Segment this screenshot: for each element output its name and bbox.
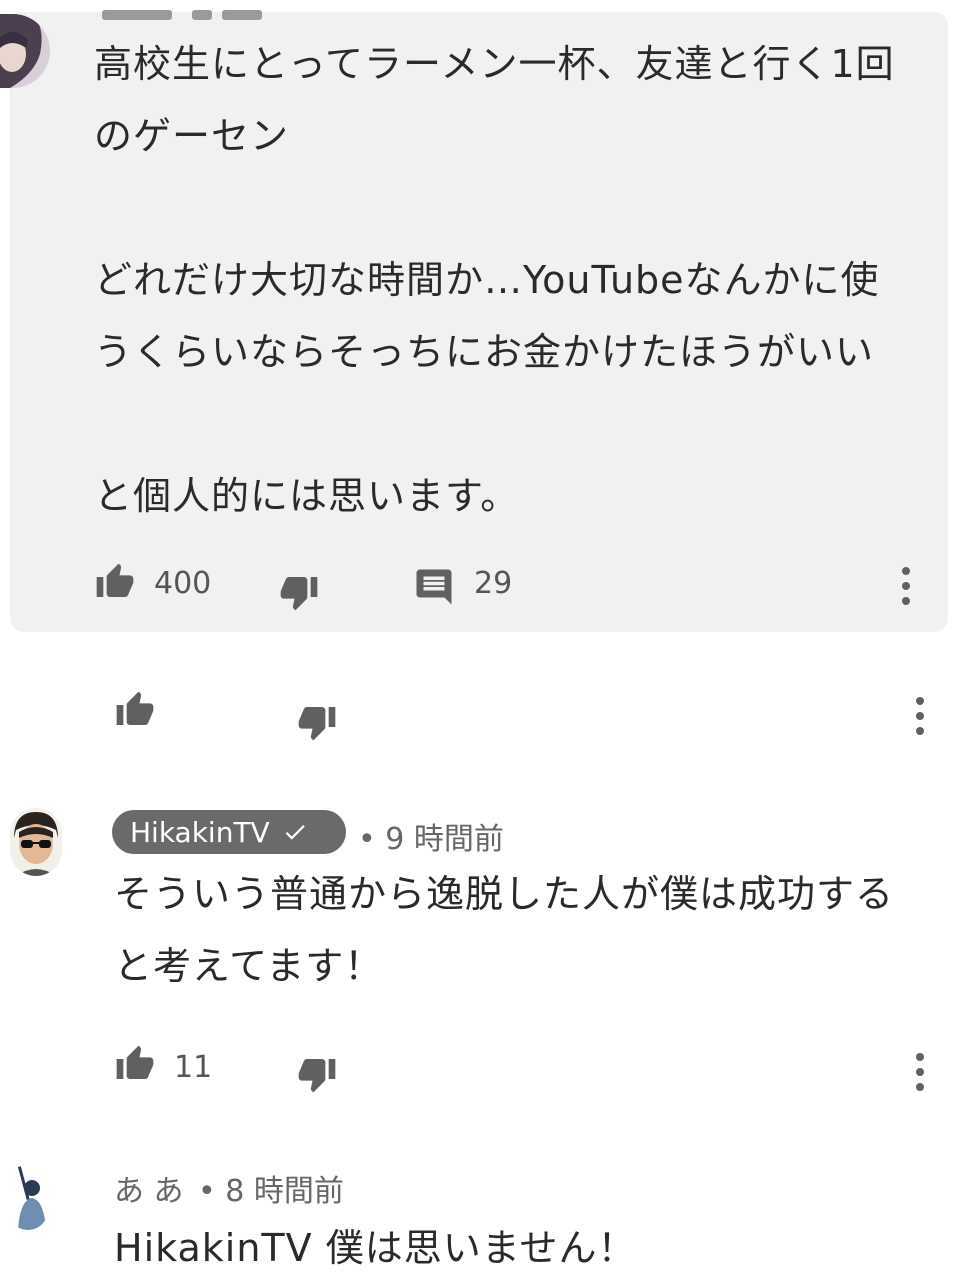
thumb-down-icon[interactable] (294, 702, 340, 746)
comment-text: そういう普通から逸脱した人が僕は成功する と考えてます！ (114, 872, 895, 988)
thumb-down-icon[interactable] (276, 572, 322, 616)
like-count: 11 (174, 1050, 213, 1085)
thumb-up-icon[interactable] (92, 562, 138, 606)
comment-timestamp: • 8 時間前 (198, 1174, 344, 1209)
comment-text: 高校生にとってラーメン一杯、友達と行く1回 のゲーセン どれだけ大切な時間か…Y… (94, 42, 895, 518)
verified-check-icon (285, 825, 305, 840)
thumb-up-icon[interactable] (112, 1044, 158, 1088)
comment-timestamp: • 9 時間前 (358, 822, 504, 857)
more-vert-icon[interactable] (910, 1050, 930, 1098)
like-count: 400 (154, 566, 212, 601)
comment-text: HikakinTV 僕は思いません！ (114, 1226, 637, 1270)
comment-icon[interactable] (412, 566, 456, 612)
thumb-up-icon[interactable] (112, 690, 158, 734)
author-badge[interactable]: HikakinTV (112, 810, 346, 854)
author-name: HikakinTV (130, 815, 270, 849)
more-vert-icon[interactable] (910, 694, 930, 742)
cut-off-author-line (102, 6, 332, 26)
author-name[interactable]: あ あ (114, 1166, 184, 1210)
avatar[interactable] (10, 808, 62, 876)
thumb-down-icon[interactable] (294, 1054, 340, 1098)
avatar[interactable] (8, 1162, 48, 1230)
more-vert-icon[interactable] (896, 564, 916, 612)
reply-count: 29 (474, 566, 513, 601)
